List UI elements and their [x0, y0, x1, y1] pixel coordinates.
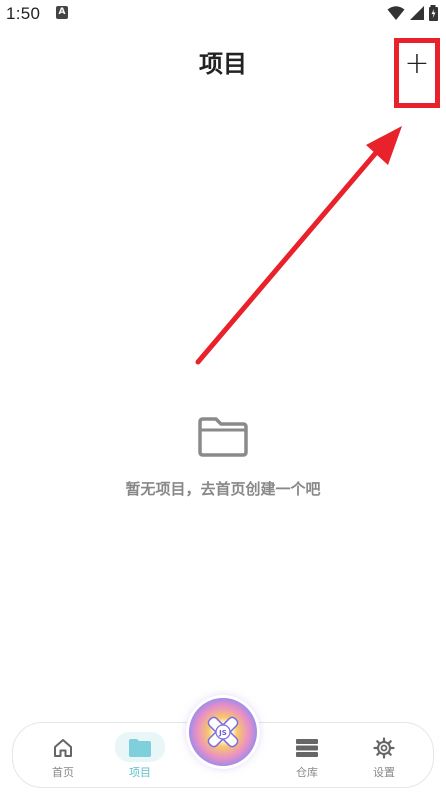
nav-item-settings[interactable]: 设置	[354, 723, 414, 787]
folder-icon	[198, 417, 248, 457]
add-project-button[interactable]: +	[394, 38, 440, 108]
status-icons	[387, 4, 438, 22]
app-logo-icon: JS	[207, 716, 239, 748]
home-icon	[54, 739, 72, 757]
nav-label-storage: 仓库	[296, 766, 318, 779]
notification-icon: A	[56, 6, 68, 19]
fab-logo-text: JS	[218, 729, 227, 737]
page-title: 项目	[199, 50, 247, 78]
storage-icon	[296, 739, 318, 757]
nav-label-settings: 设置	[373, 766, 395, 779]
center-action-button[interactable]: JS	[189, 698, 257, 766]
signal-icon	[410, 6, 424, 20]
wifi-icon	[387, 6, 405, 20]
gear-icon	[373, 737, 395, 759]
nav-item-storage[interactable]: 仓库	[277, 723, 337, 787]
battery-icon	[429, 5, 438, 21]
folder-icon	[129, 739, 151, 757]
status-time: 1:50	[6, 4, 41, 23]
empty-state-message: 暂无项目，去首页创建一个吧	[125, 480, 321, 498]
nav-label-projects: 项目	[129, 766, 151, 779]
status-bar: 1:50 A	[0, 0, 446, 30]
nav-item-projects[interactable]: 项目	[110, 723, 170, 787]
plus-icon: +	[404, 46, 430, 81]
nav-item-home[interactable]: 首页	[33, 723, 93, 787]
annotation-arrow	[195, 126, 402, 365]
nav-label-home: 首页	[52, 766, 74, 779]
